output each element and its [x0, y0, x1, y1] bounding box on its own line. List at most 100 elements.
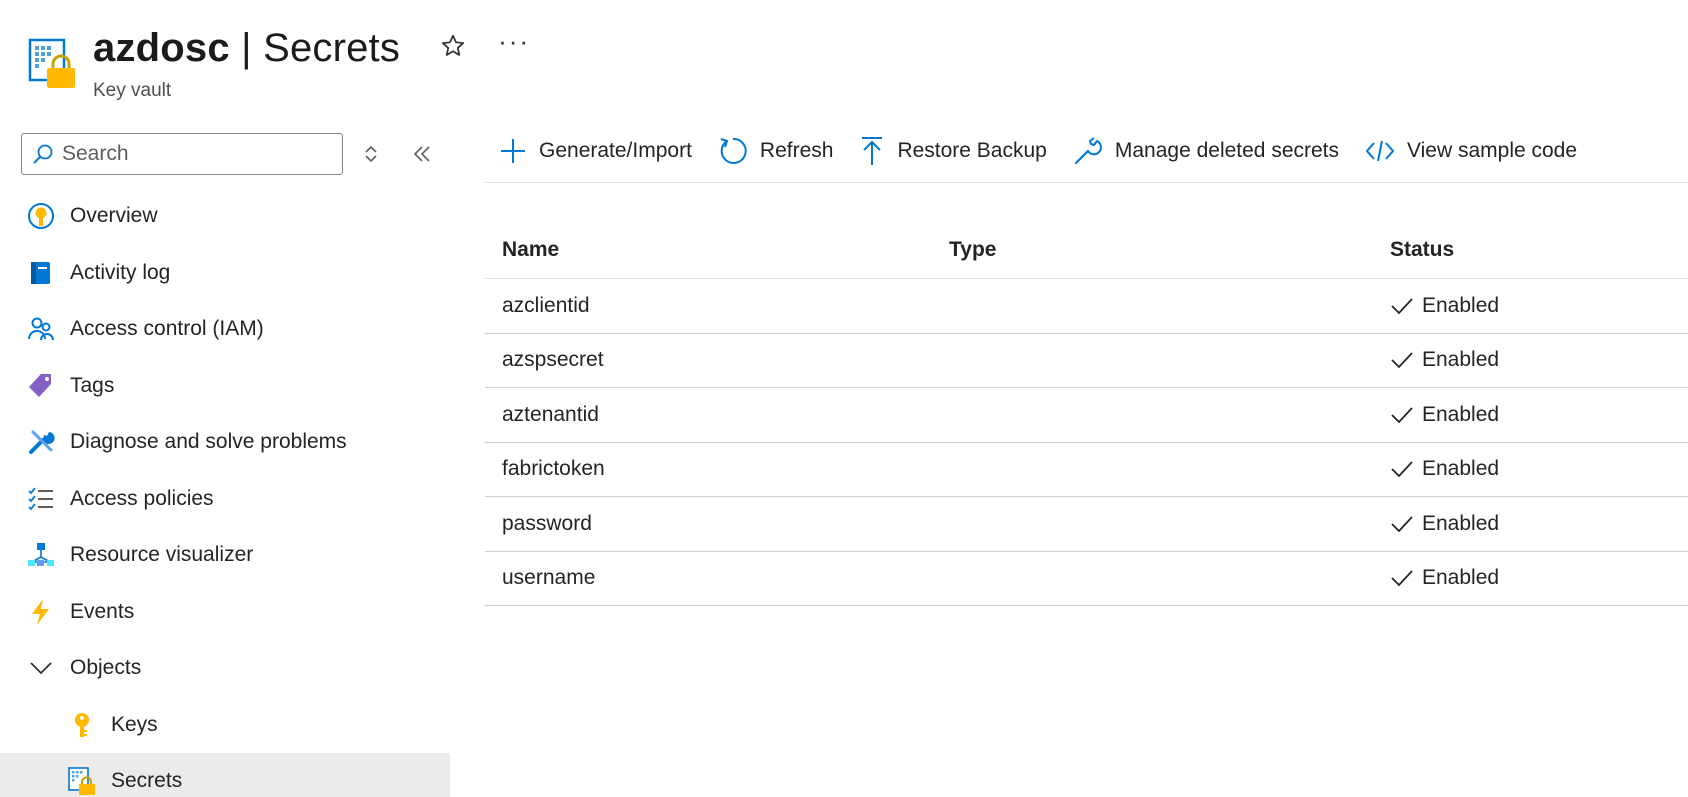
search-icon	[33, 144, 53, 164]
page-subtitle: Key vault	[93, 80, 172, 101]
resource-visualizer-icon	[27, 541, 55, 569]
menu-list: Overview Activity log Access control (IA…	[0, 188, 450, 797]
secret-status: Enabled	[1379, 457, 1688, 481]
secret-name[interactable]: aztenantid	[485, 403, 932, 427]
status-text: Enabled	[1422, 457, 1500, 481]
column-header-status[interactable]: Status	[1379, 238, 1688, 262]
resource-menu: Overview Activity log	[0, 120, 450, 797]
checkmark-icon	[1391, 407, 1413, 424]
menu-item-activity-log[interactable]: Activity log	[0, 245, 450, 302]
table-row[interactable]: aztenantid Enabled	[485, 388, 1688, 443]
refresh-icon	[720, 137, 747, 164]
menu-item-label: Objects	[70, 656, 142, 680]
iam-icon	[27, 315, 55, 343]
secret-status: Enabled	[1379, 294, 1688, 318]
menu-item-label: Overview	[70, 204, 158, 228]
menu-group-objects[interactable]: Objects	[0, 640, 450, 697]
wrench-icon	[1074, 137, 1102, 165]
sort-icon[interactable]	[362, 142, 380, 166]
secrets-table: Name Type Status azclientid Enabled azsp…	[485, 222, 1688, 606]
access-policies-icon	[27, 485, 55, 513]
secret-name[interactable]: azspsecret	[485, 348, 932, 372]
page-title: azdosc | Secrets	[93, 26, 400, 71]
menu-item-events[interactable]: Events	[0, 584, 450, 641]
view-sample-code-button[interactable]: View sample code	[1365, 129, 1577, 173]
generate-import-button[interactable]: Generate/Import	[499, 129, 692, 173]
status-text: Enabled	[1422, 566, 1500, 590]
menu-item-label: Keys	[111, 712, 158, 736]
tag-icon	[27, 372, 55, 400]
menu-item-label: Diagnose and solve problems	[70, 430, 347, 454]
secret-status: Enabled	[1379, 566, 1688, 590]
checkmark-icon	[1391, 570, 1413, 587]
view-sample-code-label: View sample code	[1407, 139, 1578, 162]
key-icon	[68, 711, 96, 739]
menu-search-box[interactable]	[21, 133, 343, 175]
checkmark-icon	[1391, 352, 1413, 369]
column-header-type[interactable]: Type	[932, 238, 1379, 262]
secret-name[interactable]: username	[485, 566, 932, 590]
restore-backup-button[interactable]: Restore Backup	[859, 129, 1047, 173]
collapse-menu-icon[interactable]	[410, 142, 434, 166]
manage-deleted-secrets-label: Manage deleted secrets	[1114, 139, 1339, 162]
menu-item-access-control[interactable]: Access control (IAM)	[0, 301, 450, 358]
secret-status: Enabled	[1379, 348, 1688, 372]
checkmark-icon	[1391, 298, 1413, 315]
menu-item-secrets[interactable]: Secrets	[0, 753, 450, 797]
secret-name[interactable]: fabrictoken	[485, 457, 932, 481]
lightning-icon	[27, 598, 55, 626]
secret-status: Enabled	[1379, 512, 1688, 536]
menu-item-label: Secrets	[111, 769, 183, 793]
upload-icon	[862, 137, 883, 165]
code-icon	[1365, 140, 1395, 162]
secret-name[interactable]: azclientid	[485, 294, 932, 318]
refresh-button[interactable]: Refresh	[718, 129, 834, 173]
menu-item-keys[interactable]: Keys	[0, 697, 450, 754]
menu-item-label: Resource visualizer	[70, 543, 254, 567]
menu-item-access-policies[interactable]: Access policies	[0, 471, 450, 528]
overview-icon	[27, 202, 55, 230]
manage-deleted-secrets-button[interactable]: Manage deleted secrets	[1073, 129, 1339, 173]
checkmark-icon	[1391, 461, 1413, 478]
checkmark-icon	[1391, 516, 1413, 533]
restore-backup-label: Restore Backup	[897, 139, 1047, 162]
favorite-button[interactable]	[440, 33, 466, 64]
refresh-label: Refresh	[759, 139, 834, 162]
key-vault-secrets-page: azdosc | Secrets ··· Key vault Search Ov…	[0, 0, 1688, 797]
generate-import-label: Generate/Import	[539, 139, 692, 162]
status-text: Enabled	[1422, 511, 1500, 535]
status-text: Enabled	[1422, 293, 1500, 317]
menu-item-tags[interactable]: Tags	[0, 358, 450, 415]
menu-item-label: Access policies	[70, 486, 214, 510]
wrench-icon	[27, 428, 55, 456]
column-header-name[interactable]: Name	[485, 238, 932, 262]
chevron-down-icon	[27, 654, 55, 682]
table-row[interactable]: azspsecret Enabled	[485, 334, 1688, 388]
star-icon	[442, 34, 465, 56]
menu-item-resource-visualizer[interactable]: Resource visualizer	[0, 527, 450, 584]
table-row[interactable]: password Enabled	[485, 497, 1688, 552]
more-actions-button[interactable]: ···	[498, 28, 530, 54]
menu-item-label: Activity log	[70, 260, 171, 284]
page-name: Secrets	[263, 26, 401, 70]
command-bar: Generate/Import Refresh Restore Backup M…	[485, 120, 1688, 183]
table-row[interactable]: azclientid Enabled	[485, 279, 1688, 334]
menu-item-label: Tags	[70, 373, 115, 397]
title-row: azdosc | Secrets ···	[93, 26, 530, 71]
resource-name: azdosc	[93, 26, 230, 70]
menu-item-label: Events	[70, 599, 135, 623]
menu-item-overview[interactable]: Overview	[0, 188, 450, 245]
table-row[interactable]: fabrictoken Enabled	[485, 443, 1688, 497]
status-text: Enabled	[1422, 402, 1500, 426]
status-text: Enabled	[1422, 348, 1500, 372]
menu-item-diagnose[interactable]: Diagnose and solve problems	[0, 414, 450, 471]
secret-status: Enabled	[1379, 403, 1688, 427]
search-input[interactable]	[62, 142, 322, 166]
table-row[interactable]: username Enabled	[485, 552, 1688, 606]
secret-name[interactable]: password	[485, 512, 932, 536]
activity-log-icon	[27, 259, 55, 287]
menu-item-label: Access control (IAM)	[70, 317, 264, 341]
title-separator: |	[241, 26, 252, 70]
secrets-icon	[68, 767, 96, 796]
key-vault-icon	[28, 38, 75, 88]
